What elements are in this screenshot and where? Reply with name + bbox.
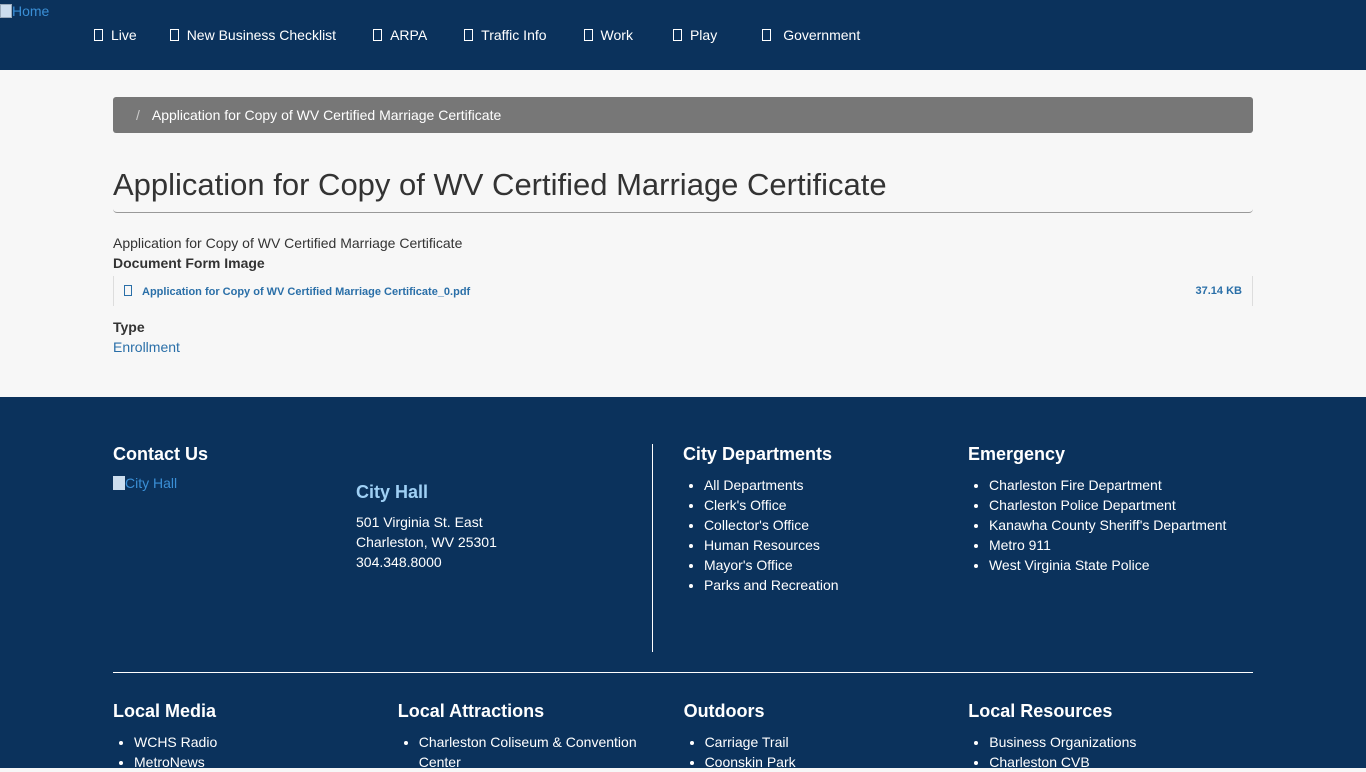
nav-new-business-checklist[interactable]: New Business Checklist — [170, 27, 336, 43]
file-link[interactable]: Application for Copy of WV Certified Mar… — [124, 285, 470, 298]
nav-icon — [170, 29, 179, 41]
footer-link[interactable]: Kanawha County Sheriff's Department — [989, 517, 1226, 533]
footer-link[interactable]: Clerk's Office — [704, 497, 787, 513]
nav-icon — [464, 29, 473, 41]
media-section: Local Media WCHS RadioMetroNews — [113, 701, 398, 772]
breadcrumb-separator: / — [136, 107, 140, 123]
nav-arpa[interactable]: ARPA — [373, 27, 427, 43]
footer-link[interactable]: Carriage Trail — [705, 734, 789, 750]
attractions-heading: Local Attractions — [398, 701, 644, 722]
file-attachment: Application for Copy of WV Certified Mar… — [113, 276, 1253, 306]
departments-heading: City Departments — [683, 444, 968, 465]
home-alt-text: Home — [12, 3, 49, 19]
footer-link[interactable]: All Departments — [704, 477, 804, 493]
nav-icon — [762, 29, 771, 41]
type-link[interactable]: Enrollment — [113, 339, 1253, 355]
footer-link[interactable]: Charleston Fire Department — [989, 477, 1162, 493]
pdf-file-icon — [124, 285, 132, 296]
page-description: Application for Copy of WV Certified Mar… — [113, 235, 1253, 251]
footer-link[interactable]: Metro 911 — [989, 537, 1051, 553]
nav-icon — [673, 29, 682, 41]
page-title: Application for Copy of WV Certified Mar… — [113, 167, 1253, 213]
emergency-heading: Emergency — [968, 444, 1253, 465]
resources-section: Local Resources Business OrganizationsCh… — [968, 701, 1253, 772]
file-size: 37.14 KB — [1196, 285, 1242, 297]
footer-link[interactable]: WCHS Radio — [134, 734, 217, 750]
footer-link[interactable]: Collector's Office — [704, 517, 809, 533]
breadcrumb-current: Application for Copy of WV Certified Mar… — [152, 107, 501, 123]
home-logo-link[interactable]: Home — [0, 3, 49, 19]
contact-heading: Contact Us — [113, 444, 652, 465]
phone-number: 304.348.8000 — [356, 552, 497, 572]
attractions-section: Local Attractions Charleston Coliseum & … — [398, 701, 684, 772]
resources-heading: Local Resources — [968, 701, 1253, 722]
nav-traffic-info[interactable]: Traffic Info — [464, 27, 546, 43]
outdoors-section: Outdoors Carriage TrailCoonskin Park — [684, 701, 969, 772]
footer-link[interactable]: Charleston Coliseum & Convention Center — [419, 734, 637, 770]
nav-label: Traffic Info — [481, 27, 546, 43]
nav-play[interactable]: Play — [673, 27, 717, 43]
nav-label: Work — [601, 27, 633, 43]
nav-icon — [94, 29, 103, 41]
footer-link[interactable]: West Virginia State Police — [989, 557, 1150, 573]
nav-label: New Business Checklist — [187, 27, 336, 43]
contact-section: Contact Us City Hall City Hall 501 Virgi… — [113, 444, 653, 652]
outdoors-heading: Outdoors — [684, 701, 969, 722]
document-label: Document Form Image — [113, 255, 1253, 271]
nav-icon — [584, 29, 593, 41]
main-nav: Live New Business Checklist ARPA Traffic… — [94, 27, 860, 43]
broken-image-icon — [0, 4, 12, 18]
footer-link[interactable]: Parks and Recreation — [704, 577, 839, 593]
nav-icon — [373, 29, 382, 41]
footer-link[interactable]: Business Organizations — [989, 734, 1136, 750]
main-content: / Application for Copy of WV Certified Ma… — [113, 70, 1253, 397]
nav-label: Government — [783, 27, 860, 43]
nav-label: Live — [111, 27, 137, 43]
address-line-1: 501 Virginia St. East — [356, 512, 497, 532]
file-name: Application for Copy of WV Certified Mar… — [142, 286, 470, 298]
footer-link[interactable]: Charleston Police Department — [989, 497, 1176, 513]
image-alt-text: City Hall — [125, 475, 177, 491]
departments-section: City Departments All Departments Clerk's… — [683, 444, 968, 652]
type-label: Type — [113, 319, 1253, 335]
site-header: Home Live New Business Checklist ARPA Tr… — [0, 0, 1366, 70]
nav-label: ARPA — [390, 27, 427, 43]
footer-link[interactable]: Mayor's Office — [704, 557, 793, 573]
broken-image-icon — [113, 476, 125, 490]
nav-government[interactable]: Government — [762, 27, 860, 43]
address-line-2: Charleston, WV 25301 — [356, 532, 497, 552]
footer-link[interactable]: Human Resources — [704, 537, 820, 553]
nav-live[interactable]: Live — [94, 27, 137, 43]
breadcrumb: / Application for Copy of WV Certified Ma… — [113, 97, 1253, 133]
media-heading: Local Media — [113, 701, 398, 722]
site-footer: Contact Us City Hall City Hall 501 Virgi… — [0, 397, 1366, 768]
nav-work[interactable]: Work — [584, 27, 633, 43]
nav-label: Play — [690, 27, 717, 43]
city-hall-name: City Hall — [356, 482, 497, 502]
emergency-section: Emergency Charleston Fire Department Cha… — [968, 444, 1253, 652]
